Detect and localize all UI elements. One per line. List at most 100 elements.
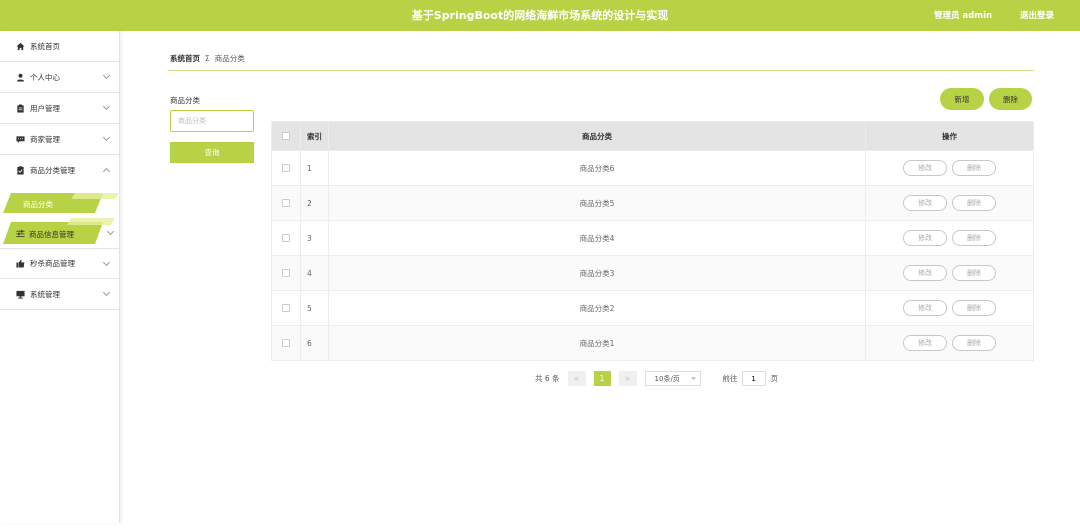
row-actions: 修改 删除 <box>866 291 1033 325</box>
add-button[interactable]: 新增 <box>940 88 984 110</box>
row-checkbox[interactable] <box>282 234 290 242</box>
row-index: 2 <box>301 186 329 220</box>
row-actions: 修改 删除 <box>866 151 1033 185</box>
sidebar-item-label: 系统首页 <box>30 41 60 51</box>
delete-button[interactable]: 删除 <box>952 195 996 211</box>
sidebar-item-goods-info[interactable]: 商品信息管理 <box>3 218 119 244</box>
delete-button[interactable]: 删除 <box>952 300 996 316</box>
pagination-total: 共 6 条 <box>535 374 560 383</box>
sidebar-item-label: 秒杀商品管理 <box>30 259 75 268</box>
sidebar-item-label: 商品信息管理 <box>29 230 74 239</box>
sidebar-item-users[interactable]: 用户管理 <box>0 93 119 124</box>
sliders-icon <box>16 229 25 240</box>
row-index: 3 <box>301 221 329 255</box>
page-size-select[interactable]: 10条/页 <box>644 371 701 386</box>
select-all-checkbox[interactable] <box>282 132 290 140</box>
edit-button[interactable]: 修改 <box>903 230 947 246</box>
sidebar-item-profile[interactable]: 个人中心 <box>0 62 119 93</box>
edit-button[interactable]: 修改 <box>903 195 947 211</box>
edit-button[interactable]: 修改 <box>903 300 947 316</box>
batch-delete-button[interactable]: 删除 <box>989 88 1032 110</box>
row-checkbox[interactable] <box>282 304 290 312</box>
sidebar-item-label: 用户管理 <box>30 103 60 113</box>
row-checkbox-cell <box>272 326 301 360</box>
row-checkbox-cell <box>272 151 301 185</box>
table-body: 1 商品分类6 修改 删除 2 商品分类5 修改 删除 3 商品分类4 修改 删除 4 商品分类3 修改 删除… <box>272 150 1033 360</box>
row-checkbox-cell <box>272 256 301 290</box>
header-index: 索引 <box>301 122 329 150</box>
row-checkbox-cell <box>272 291 301 325</box>
row-checkbox-cell <box>272 186 301 220</box>
delete-button[interactable]: 删除 <box>952 265 996 281</box>
search-button[interactable]: 查询 <box>170 142 254 163</box>
clipboard-icon <box>16 103 25 113</box>
row-index: 1 <box>301 151 329 185</box>
table-row: 3 商品分类4 修改 删除 <box>272 220 1033 255</box>
row-category-name: 商品分类2 <box>329 291 866 325</box>
category-search-input[interactable] <box>170 110 254 132</box>
header-name: 商品分类 <box>329 122 866 150</box>
current-user: 管理员 admin <box>934 11 993 21</box>
chevron-down-icon <box>102 288 111 297</box>
row-index: 5 <box>301 291 329 325</box>
chevron-down-icon <box>106 227 115 236</box>
sidebar-item-label: 商品分类管理 <box>30 166 75 175</box>
header-checkbox-cell <box>272 122 301 150</box>
row-checkbox[interactable] <box>282 164 290 172</box>
chevron-down-icon <box>690 375 696 380</box>
sidebar-item-category-mgmt[interactable]: 商品分类管理 <box>0 155 119 186</box>
chat-icon <box>16 135 25 144</box>
sidebar-item-home[interactable]: 系统首页 <box>0 31 119 62</box>
home-icon <box>16 42 25 51</box>
edit-button[interactable]: 修改 <box>903 160 947 176</box>
prev-page-button[interactable]: < <box>567 371 586 386</box>
pagination: 共 6 条 < 1 > 10条/页 前往 页 <box>535 371 778 386</box>
logout-link[interactable]: 退出登录 <box>1020 9 1054 21</box>
goto-page-input[interactable] <box>741 371 766 386</box>
header-ops: 操作 <box>942 131 957 141</box>
row-category-name: 商品分类4 <box>329 221 866 255</box>
chevron-down-icon <box>102 258 111 267</box>
sidebar-item-system[interactable]: 系统管理 <box>0 279 119 310</box>
search-label: 商品分类 <box>170 96 200 105</box>
row-checkbox[interactable] <box>282 339 290 347</box>
delete-button[interactable]: 删除 <box>952 335 996 351</box>
category-table: 索引 商品分类 操作 1 商品分类6 修改 删除 2 商品分类5 修改 删除 3 商品分类4 修改删… <box>271 121 1034 361</box>
goto-label: 前往 <box>722 374 738 383</box>
row-checkbox[interactable] <box>282 199 290 207</box>
sidebar-item-label: 个人中心 <box>30 72 60 82</box>
monitor-icon <box>16 290 25 299</box>
app-title: 基于SpringBoot的网络海鲜市场系统的设计与实现 <box>411 9 669 22</box>
table-header: 索引 商品分类 操作 <box>272 122 1033 150</box>
chevron-down-icon <box>102 71 111 80</box>
row-category-name: 商品分类1 <box>329 326 866 360</box>
breadcrumb-separator: Σ <box>205 54 210 63</box>
row-actions: 修改 删除 <box>866 186 1033 220</box>
delete-button[interactable]: 删除 <box>952 230 996 246</box>
row-checkbox-cell <box>272 221 301 255</box>
chevron-down-icon <box>102 133 111 142</box>
edit-button[interactable]: 修改 <box>903 265 947 281</box>
highlight-streak <box>66 218 116 225</box>
document-icon <box>16 166 25 175</box>
edit-button[interactable]: 修改 <box>903 335 947 351</box>
page-size-value: 10条/页 <box>654 374 680 383</box>
breadcrumb-divider <box>168 70 1034 71</box>
row-category-name: 商品分类3 <box>329 256 866 290</box>
table-row: 2 商品分类5 修改 删除 <box>272 185 1033 220</box>
top-header: 基于SpringBoot的网络海鲜市场系统的设计与实现 管理员 admin 退出… <box>0 0 1080 31</box>
page-suffix: 页 <box>770 374 779 383</box>
sidebar: 系统首页 个人中心 用户管理 商家管理 商品分类管理 商品分类 商品信息管理 秒… <box>0 31 120 523</box>
page-number-button[interactable]: 1 <box>593 371 611 386</box>
chevron-up-icon <box>102 167 111 176</box>
next-page-button[interactable]: > <box>618 371 637 386</box>
sidebar-subitem-category[interactable]: 商品分类 <box>3 193 119 213</box>
sidebar-item-merchants[interactable]: 商家管理 <box>0 124 119 155</box>
breadcrumb-home[interactable]: 系统首页 <box>170 53 200 64</box>
row-checkbox[interactable] <box>282 269 290 277</box>
sidebar-item-label: 系统管理 <box>30 289 60 299</box>
delete-button[interactable]: 删除 <box>952 160 996 176</box>
row-category-name: 商品分类6 <box>329 151 866 185</box>
table-row: 1 商品分类6 修改 删除 <box>272 150 1033 185</box>
sidebar-item-flash-sale[interactable]: 秒杀商品管理 <box>0 248 119 279</box>
